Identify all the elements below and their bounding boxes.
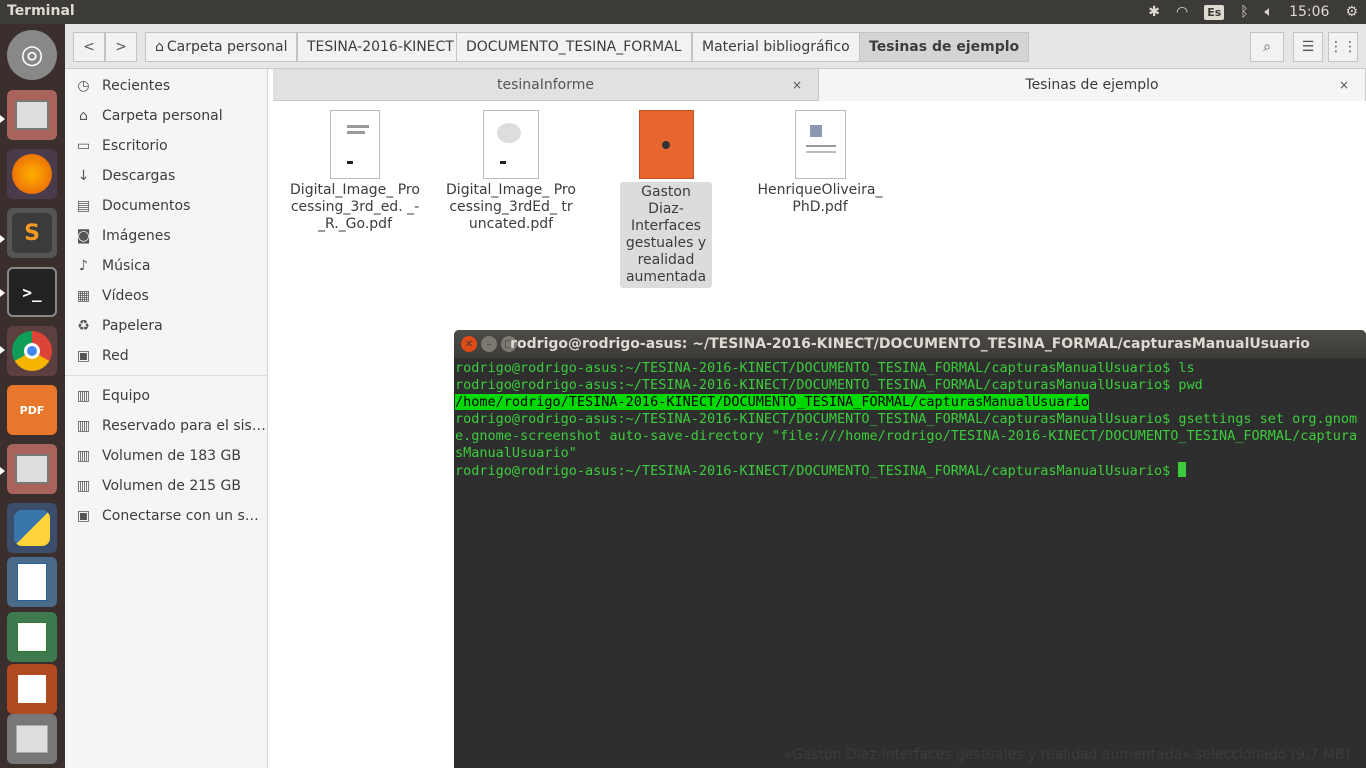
files-icon[interactable] (7, 90, 57, 140)
sidebar-item-videos[interactable]: ▦ Vídeos (65, 281, 268, 311)
trash-icon[interactable] (7, 714, 57, 764)
terminal-line-highlighted: /home/rodrigo/TESINA-2016-KINECT/DOCUMEN… (455, 394, 1089, 410)
sidebar-item-papelera[interactable]: ♻ Papelera (65, 311, 268, 341)
terminal-window[interactable]: ✕ – □ rodrigo@rodrigo-asus: ~/TESINA-201… (454, 330, 1366, 768)
files-icon[interactable] (7, 444, 57, 494)
network-icon: ▣ (76, 508, 91, 524)
drive-icon: ▥ (76, 478, 91, 494)
volume-icon[interactable]: 🔈︎ (1265, 4, 1273, 20)
libreoffice-impress-icon[interactable] (7, 664, 57, 714)
drive-icon: ▥ (76, 388, 91, 404)
search-button[interactable]: ⌕ (1250, 32, 1284, 62)
terminal-title: rodrigo@rodrigo-asus: ~/TESINA-2016-KINE… (510, 336, 1310, 352)
video-icon: ▦ (76, 288, 91, 304)
sidebar-item-conectarse[interactable]: ▣ Conectarse con un ser… (65, 501, 268, 531)
keyboard-layout-indicator[interactable]: Es (1204, 4, 1225, 20)
music-icon: ♪ (79, 258, 88, 274)
sidebar-item-musica[interactable]: ♪ Música (65, 251, 268, 281)
window-title: Terminal (7, 3, 75, 19)
breadcrumb-home[interactable]: ⌂ Carpeta personal (145, 32, 298, 62)
sidebar-item-documentos[interactable]: ▤ Documentos (65, 191, 268, 221)
terminal-line: rodrigo@rodrigo-asus:~/TESINA-2016-KINEC… (455, 377, 1203, 393)
sidebar-item-imagenes[interactable]: ◙ Imágenes (65, 221, 268, 251)
chevron-left-icon: < (83, 39, 95, 55)
selection-status: «Gaston Diaz-Interfaces gestuales y real… (454, 742, 1366, 768)
file-item[interactable]: Digital_Image_ Processing_3rd_ed. _-_R._… (290, 110, 420, 233)
path-bar: < > ⌂ Carpeta personal TESINA-2016-KINECT… (65, 24, 1366, 69)
sidebar-item-equipo[interactable]: ▥ Equipo (65, 381, 268, 411)
terminal-output[interactable]: rodrigo@rodrigo-asus:~/TESINA-2016-KINEC… (454, 358, 1366, 768)
python-icon[interactable] (7, 503, 57, 553)
trash-icon: ♻ (77, 318, 90, 334)
terminal-icon[interactable]: >_ (7, 267, 57, 317)
tab-bar: tesinaInforme × Tesinas de ejemplo × (273, 69, 1366, 101)
back-button[interactable]: < (73, 32, 105, 62)
pdf-thumbnail (794, 110, 846, 179)
drive-icon: ▥ (76, 448, 91, 464)
close-icon[interactable]: × (792, 78, 802, 92)
tab-tesinas-de-ejemplo[interactable]: Tesinas de ejemplo × (819, 69, 1366, 101)
clock[interactable]: 15:06 (1289, 4, 1329, 20)
breadcrumb-material[interactable]: Material bibliográfico (692, 32, 860, 62)
forward-button[interactable]: > (105, 32, 137, 62)
terminal-prompt: rodrigo@rodrigo-asus:~/TESINA-2016-KINEC… (455, 463, 1179, 479)
folder-icon: ▭ (76, 138, 91, 154)
terminal-titlebar[interactable]: ✕ – □ rodrigo@rodrigo-asus: ~/TESINA-201… (454, 330, 1366, 358)
sidebar-item-recientes[interactable]: ◷ Recientes (65, 71, 268, 101)
close-icon[interactable]: × (1339, 78, 1349, 92)
grid-view-button[interactable]: ⋮⋮ (1328, 32, 1358, 62)
libreoffice-writer-icon[interactable] (7, 557, 57, 607)
pdf-thumbnail (330, 110, 380, 179)
firefox-icon[interactable] (7, 149, 57, 199)
terminal-cursor (1178, 462, 1187, 477)
sidebar-item-reservado[interactable]: ▥ Reservado para el sist… (65, 411, 268, 441)
breadcrumb-tesina[interactable]: TESINA-2016-KINECT (297, 32, 464, 62)
sidebar-item-volumen-183[interactable]: ▥ Volumen de 183 GB (65, 441, 268, 471)
sublime-text-icon[interactable]: S (7, 208, 57, 258)
grid-icon: ⋮⋮ (1329, 39, 1357, 55)
gear-icon[interactable]: ⚙ (1345, 4, 1358, 20)
pdf-editor-icon[interactable]: PDF (7, 385, 57, 435)
file-item[interactable]: HenriqueOliveira_ PhD.pdf (755, 110, 885, 216)
ubuntu-dash-icon[interactable]: ◎ (7, 30, 57, 80)
chevron-right-icon: > (115, 39, 127, 55)
sidebar-item-red[interactable]: ▣ Red (65, 341, 268, 371)
bluetooth-icon[interactable]: ᛒ (1240, 4, 1248, 20)
pdf-thumbnail (638, 110, 694, 179)
sidebar-item-escritorio[interactable]: ▭ Escritorio (65, 131, 268, 161)
terminal-line: rodrigo@rodrigo-asus:~/TESINA-2016-KINEC… (455, 360, 1195, 376)
bluetooth-icon[interactable]: ✱ (1148, 4, 1160, 20)
system-tray: ✱ ◠ Es ᛒ 🔈︎ 15:06 ⚙ (1140, 0, 1366, 24)
file-item-selected[interactable]: Gaston Diaz-Interfaces gestuales y reali… (601, 110, 731, 288)
clock-icon: ◷ (77, 78, 90, 94)
camera-icon: ◙ (76, 228, 91, 244)
breadcrumb-tesinas[interactable]: Tesinas de ejemplo (859, 32, 1030, 62)
home-icon: ⌂ (79, 108, 88, 124)
drive-icon: ▥ (76, 418, 91, 434)
breadcrumb-documento[interactable]: DOCUMENTO_TESINA_FORMAL (456, 32, 692, 62)
libreoffice-calc-icon[interactable] (7, 612, 57, 662)
tab-tesinainforme[interactable]: tesinaInforme × (273, 69, 819, 101)
search-icon: ⌕ (1263, 39, 1271, 55)
top-panel: Terminal ✱ ◠ Es ᛒ 🔈︎ 15:06 ⚙ (0, 0, 1366, 24)
wifi-icon[interactable]: ◠ (1176, 4, 1188, 20)
sidebar-item-volumen-215[interactable]: ▥ Volumen de 215 GB (65, 471, 268, 501)
document-icon: ▤ (76, 198, 91, 214)
pdf-thumbnail (483, 110, 539, 179)
download-icon: ↓ (77, 168, 90, 184)
sidebar-item-carpeta-personal[interactable]: ⌂ Carpeta personal (65, 101, 268, 131)
chrome-icon[interactable] (7, 326, 57, 376)
network-icon: ▣ (76, 348, 91, 364)
launcher: ◎ S >_ PDF (0, 24, 65, 768)
sidebar-divider (65, 375, 268, 376)
places-sidebar: ◷ Recientes ⌂ Carpeta personal ▭ Escritorio… (65, 69, 268, 768)
terminal-line: rodrigo@rodrigo-asus:~/TESINA-2016-KINEC… (455, 411, 1358, 461)
home-icon: ⌂ (155, 39, 164, 55)
sidebar-item-descargas[interactable]: ↓ Descargas (65, 161, 268, 191)
file-item[interactable]: Digital_Image_ Processing_3rdEd_ truncat… (446, 110, 576, 233)
list-icon: ☰ (1301, 39, 1315, 55)
list-view-button[interactable]: ☰ (1293, 32, 1323, 62)
